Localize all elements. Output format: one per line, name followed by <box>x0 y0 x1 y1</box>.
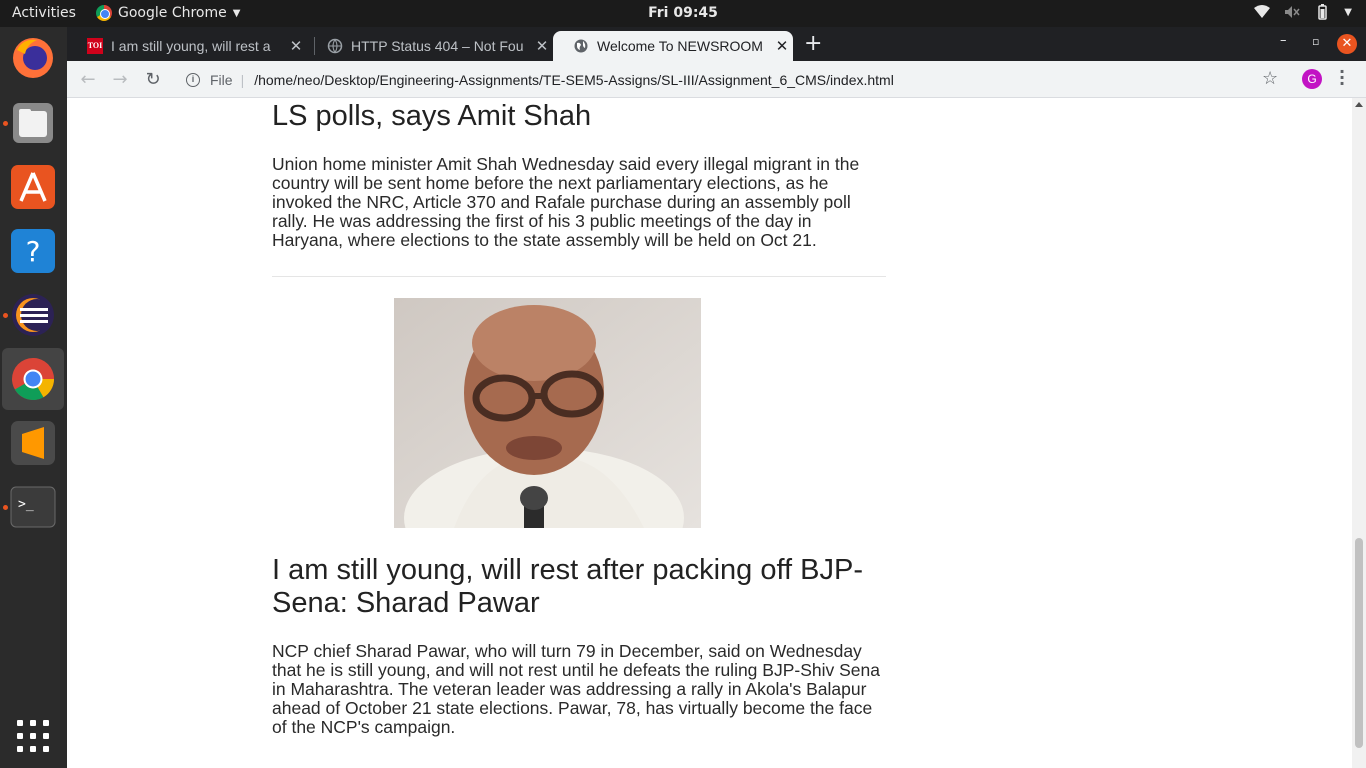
forward-button[interactable]: → <box>109 69 131 91</box>
files-launcher[interactable] <box>10 100 56 146</box>
article-sharad-pawar: I am still young, will rest after packin… <box>272 554 886 737</box>
running-indicator <box>3 121 8 126</box>
chrome-menu-icon[interactable]: · · · <box>1339 64 1345 92</box>
scroll-up-arrow-icon[interactable] <box>1355 102 1363 107</box>
address-bar[interactable]: i File | /home/neo/Desktop/Engineering-A… <box>178 65 1286 94</box>
running-indicator <box>3 313 8 318</box>
system-top-bar: Activities Google Chrome ▼ Fri 09:45 ▼ <box>0 0 1366 27</box>
files-icon <box>13 103 53 143</box>
page-scrollbar[interactable] <box>1352 98 1366 768</box>
article-photo <box>394 298 701 528</box>
wifi-icon <box>1254 5 1271 18</box>
eclipse-launcher[interactable] <box>10 292 56 338</box>
web-page: LS polls, says Amit Shah Union home mini… <box>67 98 1352 768</box>
minimize-button[interactable]: – <box>1280 33 1287 48</box>
article-body: NCP chief Sharad Pawar, who will turn 79… <box>272 641 880 737</box>
back-button[interactable]: ← <box>77 69 99 91</box>
divider: | <box>240 71 245 88</box>
info-icon[interactable]: i <box>186 72 200 87</box>
sharad-pawar-photo <box>394 298 701 528</box>
close-tab-icon[interactable]: ✕ <box>531 37 553 55</box>
tab-title: Welcome To NEWSROOM <box>597 38 763 54</box>
tab-title: HTTP Status 404 – Not Fou <box>351 38 524 54</box>
chrome-icon <box>12 358 55 401</box>
new-tab-button[interactable]: + <box>804 31 822 56</box>
close-tab-icon[interactable]: ✕ <box>771 37 793 55</box>
tab-newsroom[interactable]: Welcome To NEWSROOM ✕ <box>553 31 793 61</box>
maximize-button[interactable]: ▫ <box>1312 35 1319 48</box>
help-icon: ? <box>11 229 55 273</box>
browser-toolbar: ← → ↻ i File | /home/neo/Desktop/Enginee… <box>67 61 1366 98</box>
chevron-down-icon: ▼ <box>1344 6 1352 18</box>
article-headline: I am still young, will rest after packin… <box>272 554 863 619</box>
toi-favicon-icon: TOI <box>87 38 103 54</box>
close-window-button[interactable]: ✕ <box>1337 34 1357 54</box>
eclipse-icon <box>12 294 54 336</box>
profile-avatar[interactable]: G <box>1302 69 1322 89</box>
article-headline: LS polls, says Amit Shah <box>272 100 592 132</box>
tab-title: I am still young, will rest a <box>111 38 271 54</box>
battery-icon <box>1318 4 1328 20</box>
sublime-text-icon <box>11 421 55 465</box>
firefox-icon <box>13 38 53 78</box>
terminal-icon: >_ <box>10 486 56 528</box>
bookmark-star-icon[interactable]: ☆ <box>1262 68 1278 89</box>
show-applications-button[interactable] <box>17 720 49 752</box>
system-tray[interactable]: ▼ <box>1254 4 1352 20</box>
volume-muted-icon <box>1285 6 1300 18</box>
article-amit-shah: LS polls, says Amit Shah Union home mini… <box>272 100 886 250</box>
close-tab-icon[interactable]: ✕ <box>285 37 307 55</box>
tab-404[interactable]: HTTP Status 404 – Not Fou ✕ <box>307 31 553 61</box>
url-scheme-label: File <box>210 71 233 88</box>
terminal-launcher[interactable]: >_ <box>10 484 56 530</box>
clock[interactable]: Fri 09:45 <box>0 5 1366 21</box>
running-indicator <box>3 505 8 510</box>
article-body: Union home minister Amit Shah Wednesday … <box>272 154 860 250</box>
firefox-launcher[interactable] <box>10 35 56 81</box>
url-text[interactable]: /home/neo/Desktop/Engineering-Assignment… <box>254 72 894 88</box>
software-center-icon <box>11 165 55 209</box>
dock: ? >_ <box>0 27 67 768</box>
globe-icon <box>327 38 343 54</box>
tab-strip: TOI I am still young, will rest a ✕ HTTP… <box>67 27 1366 61</box>
software-launcher[interactable] <box>10 164 56 210</box>
article-divider <box>272 276 886 277</box>
reload-button[interactable]: ↻ <box>142 69 164 91</box>
help-launcher[interactable]: ? <box>10 228 56 274</box>
chrome-launcher[interactable] <box>2 348 64 410</box>
svg-text:?: ? <box>26 235 41 268</box>
scrollbar-thumb[interactable] <box>1355 538 1363 748</box>
svg-text:>_: >_ <box>18 497 34 512</box>
sublime-launcher[interactable] <box>10 420 56 466</box>
globe-icon <box>574 39 588 53</box>
tab-toi-article[interactable]: TOI I am still young, will rest a ✕ <box>67 31 307 61</box>
